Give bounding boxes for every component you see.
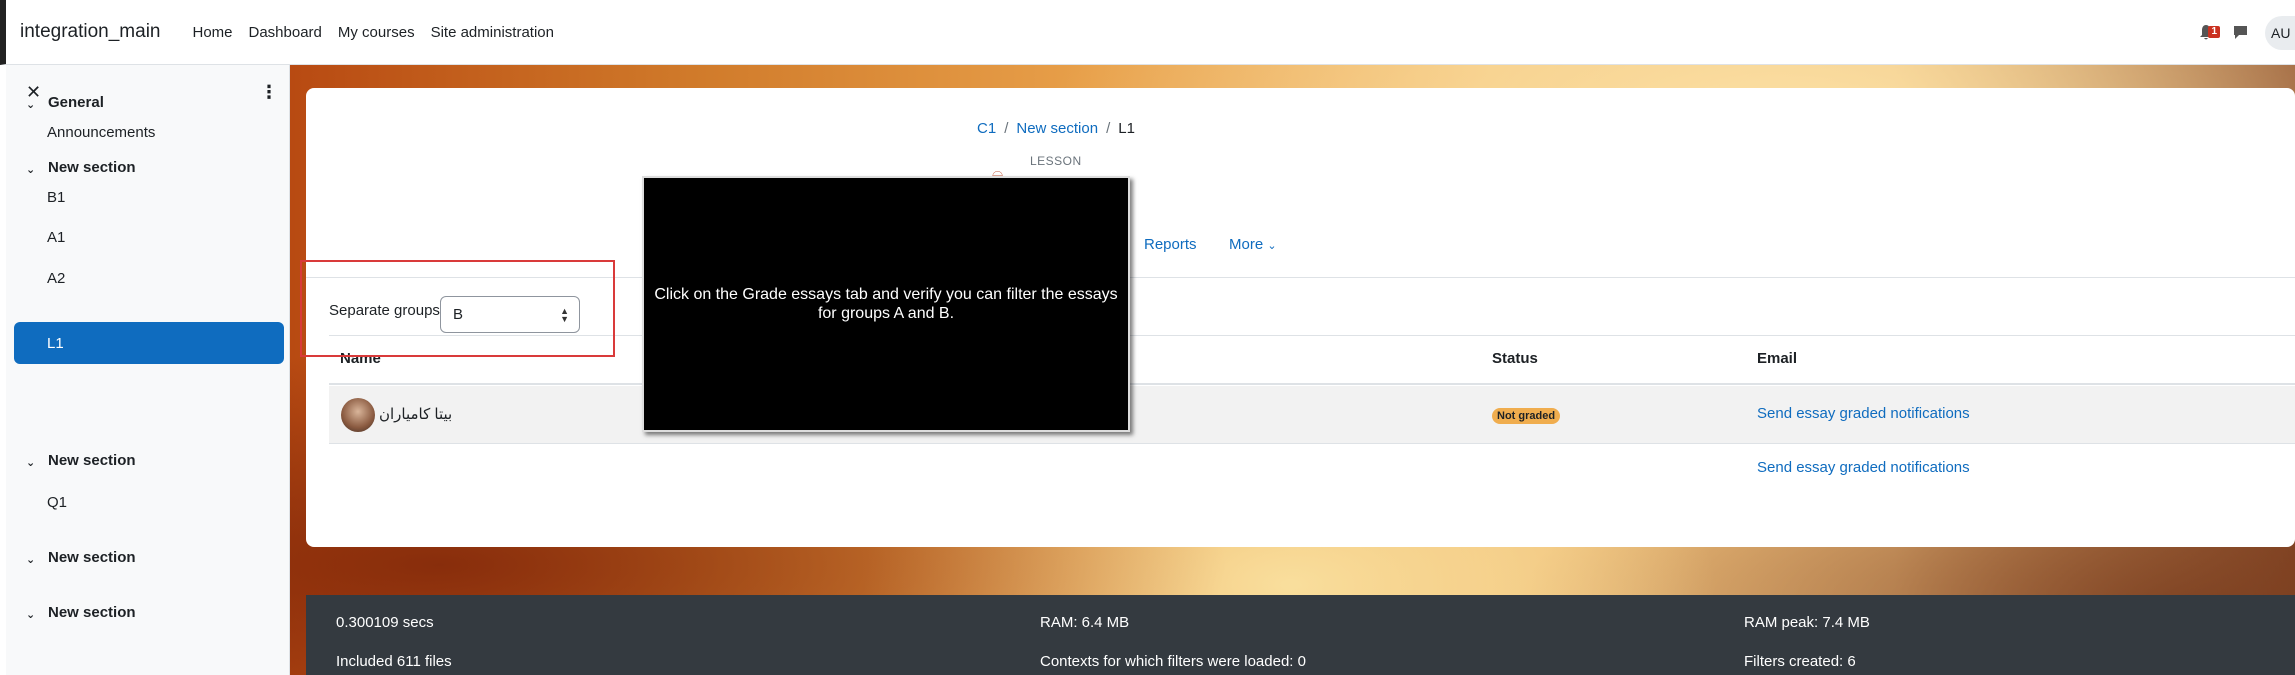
student-avatar[interactable] — [341, 398, 375, 432]
sidebar-item-a1[interactable]: A1 — [47, 229, 65, 246]
tab-more[interactable]: More ⌄ — [1229, 236, 1277, 253]
tab-more-label: More — [1229, 236, 1264, 253]
sidebar-item-label: L1 — [47, 334, 64, 352]
sidebar-item-l1-active[interactable]: L1 — [14, 322, 284, 364]
sidebar-section-new-section-3[interactable]: ⌄ New section — [26, 549, 136, 566]
sidebar-section-new-section-1[interactable]: ⌄ New section — [26, 159, 136, 176]
chevron-down-icon: ⌄ — [26, 608, 36, 621]
sidebar-item-a2[interactable]: A2 — [47, 270, 65, 287]
perf-ram: RAM: 6.4 MB — [1040, 614, 1130, 631]
sidebar-section-title: General — [48, 94, 104, 111]
user-menu-area: 1 AU — [2195, 0, 2295, 65]
course-index-drawer: ✕ ⋮ ⌄ General Announcements ⌄ New sectio… — [6, 65, 290, 675]
table-header-row — [329, 335, 2295, 385]
table-row — [329, 386, 2295, 444]
perf-included-files: Included 611 files — [336, 653, 452, 670]
sidebar-section-title: New section — [48, 604, 136, 621]
nav-home[interactable]: Home — [192, 24, 232, 41]
breadcrumb-current: L1 — [1118, 120, 1135, 137]
notification-count-badge: 1 — [2208, 25, 2220, 38]
chevron-down-icon: ⌄ — [26, 553, 36, 566]
group-select[interactable]: B ▲ ▼ — [440, 296, 580, 333]
perf-time: 0.300109 secs — [336, 614, 434, 631]
kebab-menu-icon[interactable]: ⋮ — [260, 82, 278, 103]
sidebar-section-new-section-2[interactable]: ⌄ New section — [26, 452, 136, 469]
sidebar-section-new-section-4[interactable]: ⌄ New section — [26, 604, 136, 621]
column-header-status: Status — [1492, 350, 1538, 367]
nav-my-courses[interactable]: My courses — [338, 24, 415, 41]
nav-site-administration[interactable]: Site administration — [431, 24, 554, 41]
messages-icon[interactable] — [2229, 22, 2251, 44]
sidebar-section-title: New section — [48, 159, 136, 176]
sidebar-item-announcements[interactable]: Announcements — [47, 124, 155, 141]
user-avatar[interactable]: AU — [2265, 15, 2295, 50]
group-selector-label: Separate groups — [329, 302, 440, 319]
send-all-notifications-link[interactable]: Send essay graded notifications — [1757, 459, 1970, 476]
notifications-bell-icon[interactable]: 1 — [2195, 22, 2220, 44]
select-arrows-icon: ▲ ▼ — [560, 306, 569, 324]
column-header-email: Email — [1757, 350, 1798, 367]
breadcrumb-section[interactable]: New section — [1016, 120, 1098, 137]
perf-contexts: Contexts for which filters were loaded: … — [1040, 653, 1306, 670]
perf-filters-created: Filters created: 6 — [1744, 653, 1856, 670]
send-notification-link[interactable]: Send essay graded notifications — [1757, 405, 1970, 422]
instruction-text: Click on the Grade essays tab and verify… — [654, 286, 1118, 322]
chevron-down-icon: ⌄ — [26, 163, 36, 176]
group-select-value: B — [453, 306, 464, 323]
chevron-down-icon: ⌄ — [26, 98, 36, 111]
sidebar-item-q1[interactable]: Q1 — [47, 494, 67, 511]
status-badge: Not graded — [1492, 408, 1561, 424]
chevron-down-icon: ⌄ — [26, 456, 36, 469]
sidebar-section-title: New section — [48, 452, 136, 469]
breadcrumb: C1 / New section / L1 — [977, 120, 1135, 137]
tab-reports[interactable]: Reports — [1144, 236, 1197, 253]
sidebar-section-title: New section — [48, 549, 136, 566]
instruction-overlay: Click on the Grade essays tab and verify… — [642, 176, 1130, 432]
chevron-down-icon: ⌄ — [1267, 240, 1277, 252]
student-name[interactable]: بیتا کامیاران — [379, 405, 452, 423]
nav-dashboard[interactable]: Dashboard — [249, 24, 322, 41]
activity-type-label: LESSON — [1030, 154, 1082, 168]
lesson-icon: ⌓ — [992, 163, 1004, 179]
breadcrumb-course[interactable]: C1 — [977, 120, 996, 137]
perf-ram-peak: RAM peak: 7.4 MB — [1744, 614, 1870, 631]
top-navbar: integration_main Home Dashboard My cours… — [0, 0, 2295, 65]
sidebar-section-general[interactable]: ⌄ General — [26, 94, 104, 111]
sidebar-item-b1[interactable]: B1 — [47, 189, 65, 206]
site-brand[interactable]: integration_main — [20, 21, 160, 43]
